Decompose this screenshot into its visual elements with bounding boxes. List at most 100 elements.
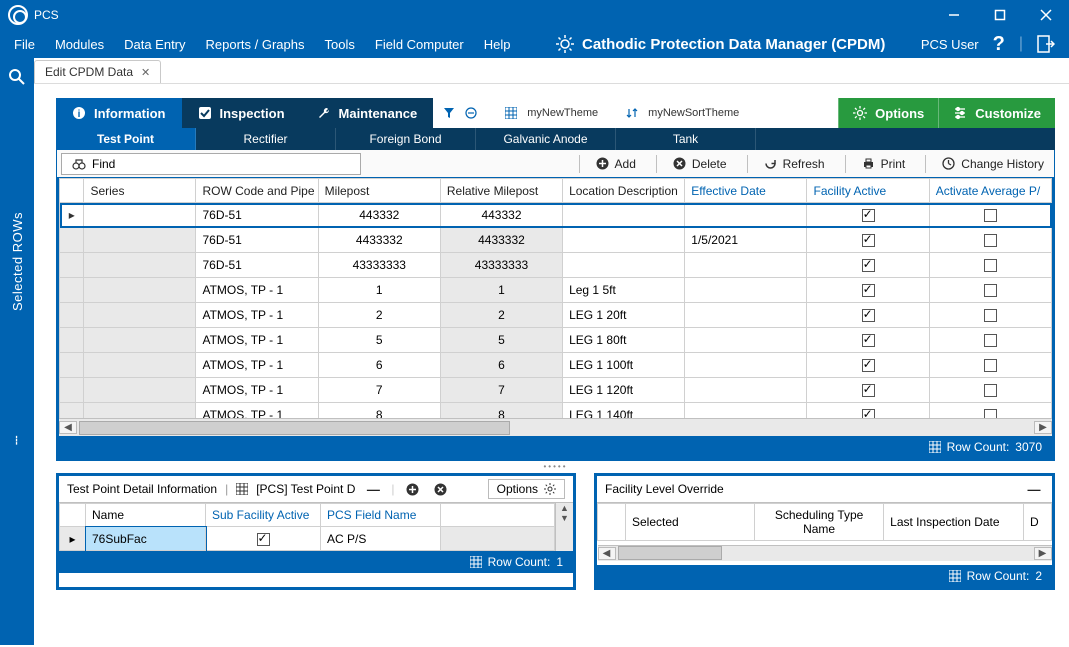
cell-eff-date[interactable] — [685, 253, 807, 278]
cell-series[interactable] — [84, 328, 196, 353]
menu-tools[interactable]: Tools — [315, 33, 365, 56]
table-row[interactable]: ▸76D-51443332443332 — [60, 203, 1052, 228]
tab-close-icon[interactable]: ✕ — [141, 66, 150, 79]
table-row[interactable]: ATMOS, TP - 111Leg 1 5ft — [60, 278, 1052, 303]
theme-name[interactable]: myNewTheme — [527, 107, 598, 119]
cell-series[interactable] — [84, 403, 196, 419]
detail-remove-button[interactable] — [430, 479, 450, 499]
cell-avg[interactable] — [929, 328, 1051, 353]
cell-facility-active[interactable] — [807, 353, 929, 378]
col-location[interactable]: Location Description — [563, 179, 685, 203]
cell-eff-date[interactable] — [685, 403, 807, 419]
minimize-button[interactable] — [931, 0, 977, 30]
cell-facility-active[interactable] — [807, 203, 929, 228]
detail-row[interactable]: ▸ 76SubFac AC P/S — [60, 527, 555, 551]
detail-vscroll[interactable]: ▲▼ — [555, 503, 573, 551]
cell-location[interactable] — [563, 203, 685, 228]
cell-series[interactable] — [84, 353, 196, 378]
override-collapse-button[interactable]: — — [1024, 479, 1044, 499]
subtab-rectifier[interactable]: Rectifier — [196, 128, 336, 150]
table-row[interactable]: ATMOS, TP - 155LEG 1 80ft — [60, 328, 1052, 353]
col-row-code[interactable]: ROW Code and Pipe — [196, 179, 318, 203]
scroll-left-icon[interactable]: ◀ — [59, 421, 77, 434]
table-row[interactable]: 76D-514333333343333333 — [60, 253, 1052, 278]
cell-milepost[interactable]: 4433332 — [318, 228, 440, 253]
filter-remove-icon[interactable] — [465, 107, 477, 119]
table-row[interactable]: ATMOS, TP - 122LEG 1 20ft — [60, 303, 1052, 328]
cell-milepost[interactable]: 1 — [318, 278, 440, 303]
cell-avg[interactable] — [929, 353, 1051, 378]
table-row[interactable]: ATMOS, TP - 188LEG 1 140ft — [60, 403, 1052, 419]
cell-location[interactable]: Leg 1 5ft — [563, 278, 685, 303]
cell-location[interactable]: LEG 1 140ft — [563, 403, 685, 419]
cell-rel-milepost[interactable]: 5 — [440, 328, 562, 353]
cell-facility-active[interactable] — [807, 328, 929, 353]
cell-eff-date[interactable] — [685, 353, 807, 378]
cell-milepost[interactable]: 43333333 — [318, 253, 440, 278]
tab-edit-cpdm-data[interactable]: Edit CPDM Data ✕ — [34, 60, 161, 83]
menu-field-computer[interactable]: Field Computer — [365, 33, 474, 56]
cell-location[interactable] — [563, 253, 685, 278]
cell-location[interactable]: LEG 1 80ft — [563, 328, 685, 353]
override-col-sched[interactable]: Scheduling Type Name — [755, 504, 884, 541]
cell-avg[interactable] — [929, 403, 1051, 419]
cell-location[interactable]: LEG 1 120ft — [563, 378, 685, 403]
cell-rel-milepost[interactable]: 43333333 — [440, 253, 562, 278]
col-effective-date[interactable]: Effective Date — [685, 179, 807, 203]
menu-reports[interactable]: Reports / Graphs — [196, 33, 315, 56]
subtab-test-point[interactable]: Test Point — [56, 128, 196, 150]
subtab-tank[interactable]: Tank — [616, 128, 756, 150]
cell-row-code[interactable]: ATMOS, TP - 1 — [196, 328, 318, 353]
find-input[interactable]: Find — [61, 153, 361, 175]
override-col-last-insp[interactable]: Last Inspection Date — [884, 504, 1024, 541]
menu-data-entry[interactable]: Data Entry — [114, 33, 195, 56]
tab-information[interactable]: i Information — [56, 98, 182, 128]
grid-hscroll[interactable]: ◀ ▶ — [59, 418, 1052, 436]
cell-row-code[interactable]: 76D-51 — [196, 203, 318, 228]
cell-avg[interactable] — [929, 203, 1051, 228]
cell-rel-milepost[interactable]: 7 — [440, 378, 562, 403]
cell-facility-active[interactable] — [807, 403, 929, 419]
refresh-button[interactable]: Refresh — [737, 155, 835, 173]
cell-avg[interactable] — [929, 278, 1051, 303]
help-icon[interactable]: ? — [993, 33, 1005, 56]
detail-col-sub-active[interactable]: Sub Facility Active — [206, 504, 321, 527]
delete-button[interactable]: Delete — [646, 155, 737, 173]
override-col-d[interactable]: D — [1024, 504, 1052, 541]
cell-milepost[interactable]: 443332 — [318, 203, 440, 228]
sort-icon[interactable] — [626, 107, 638, 119]
cell-eff-date[interactable] — [685, 378, 807, 403]
col-series[interactable]: Series — [84, 179, 196, 203]
cell-eff-date[interactable] — [685, 303, 807, 328]
detail-name-cell[interactable]: 76SubFac — [86, 527, 206, 551]
tab-inspection[interactable]: Inspection — [182, 98, 301, 128]
menu-modules[interactable]: Modules — [45, 33, 114, 56]
options-button[interactable]: Options — [838, 98, 938, 128]
menu-file[interactable]: File — [4, 33, 45, 56]
tab-maintenance[interactable]: Maintenance — [301, 98, 434, 128]
scroll-right-icon[interactable]: ▶ — [1034, 421, 1052, 434]
cell-avg[interactable] — [929, 228, 1051, 253]
horizontal-splitter[interactable]: ••••• — [56, 461, 1055, 473]
cell-row-code[interactable]: ATMOS, TP - 1 — [196, 403, 318, 419]
print-button[interactable]: Print — [835, 155, 916, 173]
override-hscroll[interactable]: ◀▶ — [598, 545, 1052, 561]
col-milepost[interactable]: Milepost — [318, 179, 440, 203]
cell-series[interactable] — [84, 253, 196, 278]
cell-milepost[interactable]: 5 — [318, 328, 440, 353]
filter-icon[interactable] — [443, 107, 455, 119]
override-grid[interactable]: Selected Scheduling Type Name Last Inspe… — [597, 503, 1052, 565]
user-label[interactable]: PCS User — [921, 37, 979, 52]
cell-rel-milepost[interactable]: 1 — [440, 278, 562, 303]
cell-rel-milepost[interactable]: 6 — [440, 353, 562, 378]
detail-active-checkbox[interactable] — [257, 533, 270, 546]
table-row[interactable]: ATMOS, TP - 177LEG 1 120ft — [60, 378, 1052, 403]
table-row[interactable]: 76D-51443333244333321/5/2021 — [60, 228, 1052, 253]
exit-icon[interactable] — [1037, 35, 1055, 53]
cell-row-code[interactable]: ATMOS, TP - 1 — [196, 303, 318, 328]
cell-location[interactable] — [563, 228, 685, 253]
detail-grid[interactable]: Name Sub Facility Active PCS Field Name … — [59, 503, 555, 551]
detail-options-button[interactable]: Options — [488, 479, 565, 499]
cell-milepost[interactable]: 8 — [318, 403, 440, 419]
cell-eff-date[interactable] — [685, 278, 807, 303]
